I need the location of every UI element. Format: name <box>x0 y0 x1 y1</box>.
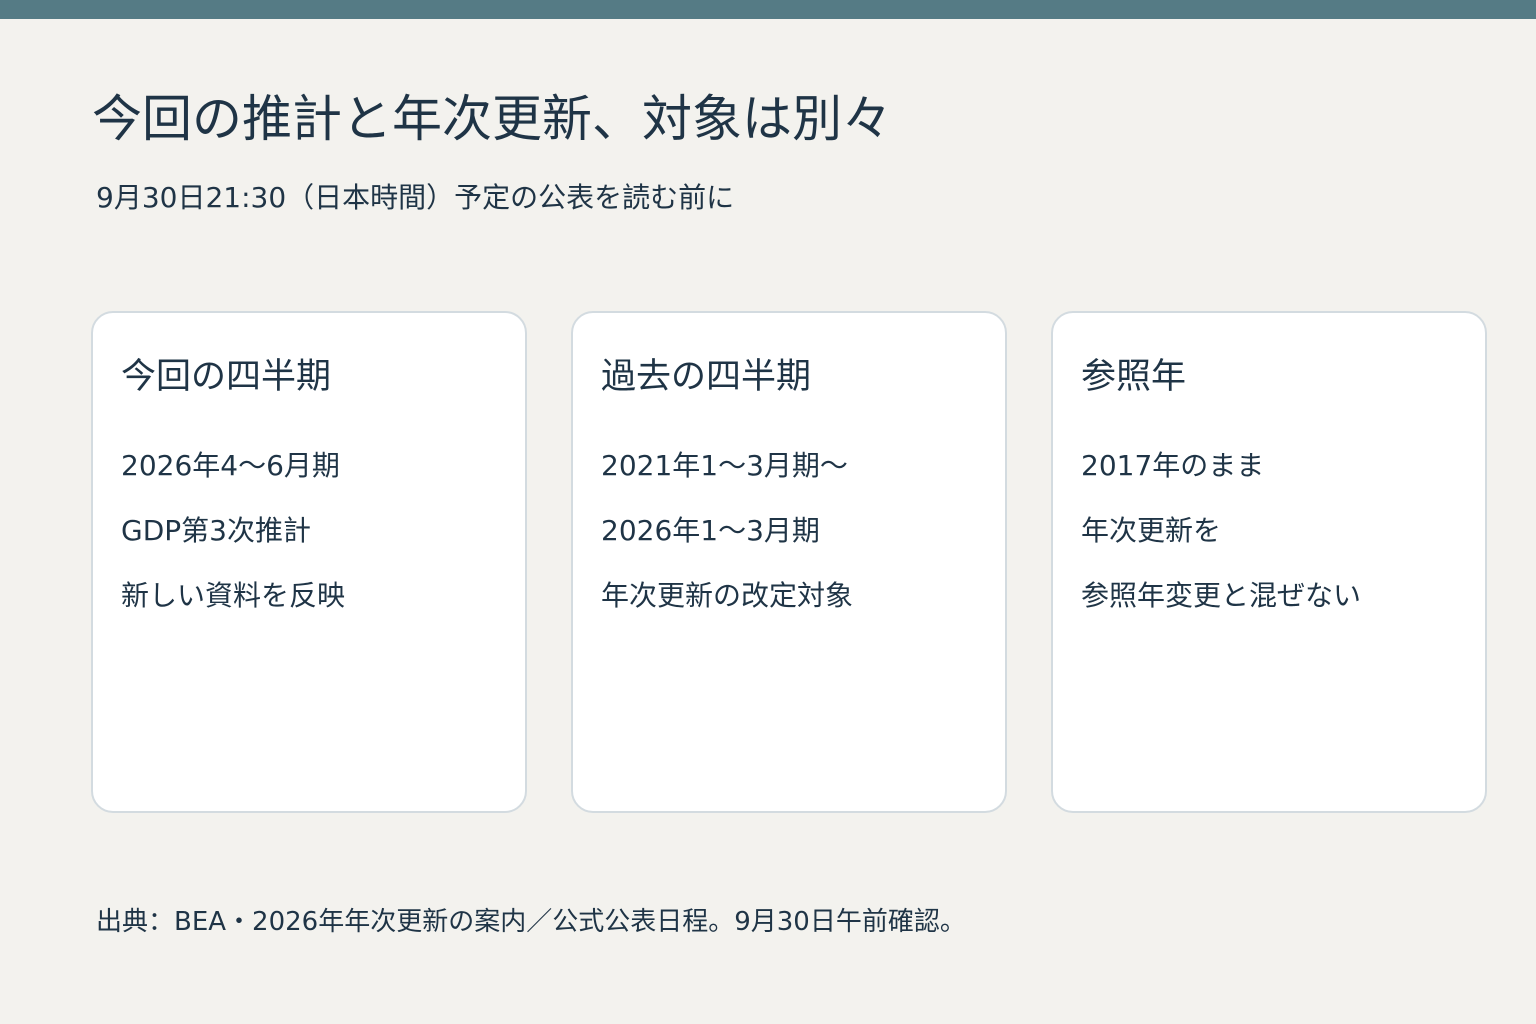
current-quarter-card: 今回の四半期 2026年4～6月期 GDP第3次推計 新しい資料を反映 <box>91 311 527 813</box>
card-text-line: 2021年1～3月期～ <box>601 449 848 482</box>
card-title: 今回の四半期 <box>121 357 332 397</box>
reference-year-card: 参照年 2017年のまま 年次更新を 参照年変更と混ぜない <box>1051 311 1487 813</box>
card-text-line: GDP第3次推計 <box>121 514 311 547</box>
card-text-line: 2017年のまま <box>1081 449 1265 482</box>
card-text-line: 新しい資料を反映 <box>121 579 346 612</box>
card-text-line: 年次更新を <box>1081 514 1222 547</box>
page-subtitle: 9月30日21:30（日本時間）予定の公表を読む前に <box>96 181 735 214</box>
card-text-line: 参照年変更と混ぜない <box>1081 579 1362 612</box>
page-title: 今回の推計と年次更新、対象は別々 <box>92 90 892 148</box>
card-title: 過去の四半期 <box>601 357 812 397</box>
card-text-line: 年次更新の改定対象 <box>601 579 854 612</box>
card-text-line: 2026年1～3月期 <box>601 514 820 547</box>
past-quarters-card: 過去の四半期 2021年1～3月期～ 2026年1～3月期 年次更新の改定対象 <box>571 311 1007 813</box>
top-accent-bar <box>0 0 1536 19</box>
source-note: 出典：BEA・2026年年次更新の案内／公式公表日程。9月30日午前確認。 <box>96 907 966 937</box>
card-text-line: 2026年4～6月期 <box>121 449 340 482</box>
card-title: 参照年 <box>1081 357 1187 397</box>
